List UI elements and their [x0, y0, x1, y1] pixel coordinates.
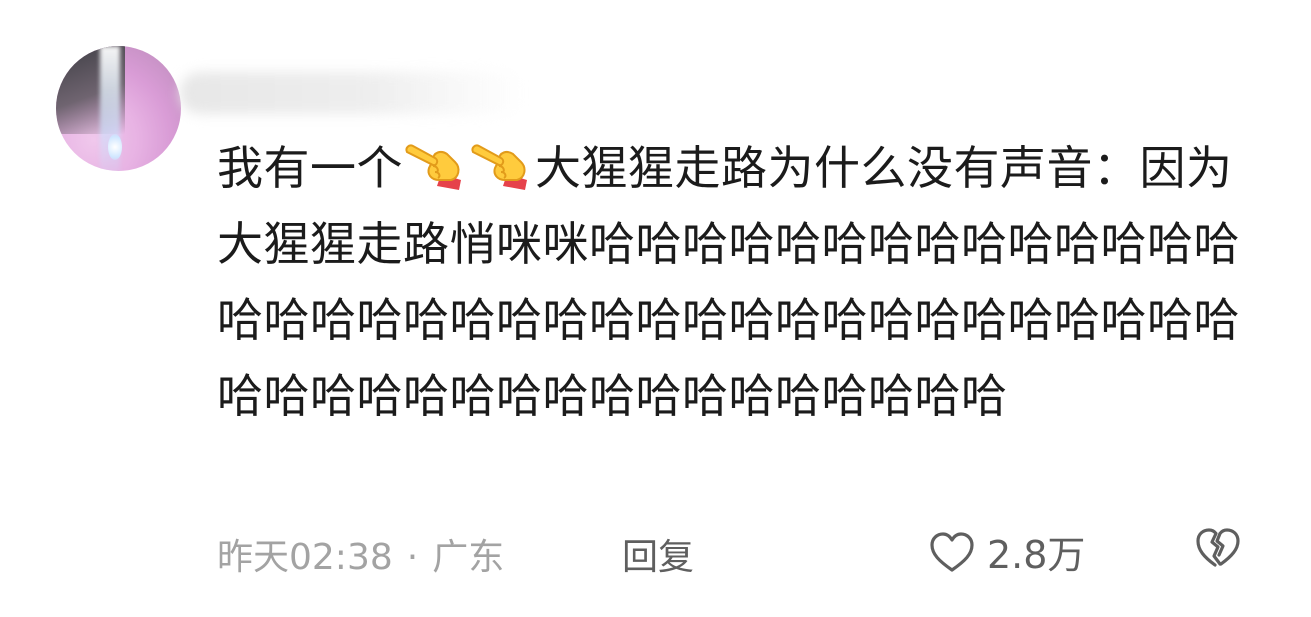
avatar[interactable] [56, 46, 181, 171]
comment-text: 我有一个 大猩猩走路为什么没有声音：因为大猩猩走路悄咪咪哈哈哈哈哈哈哈哈哈哈哈哈… [217, 130, 1267, 434]
broken-heart-icon [1196, 528, 1240, 567]
comment-item: 我有一个 大猩猩走路为什么没有声音：因为大猩猩走路悄咪咪哈哈哈哈哈哈哈哈哈哈哈哈… [0, 0, 1311, 617]
comment-meta: 昨天02:38 · 广东 [217, 528, 504, 580]
avatar-highlight [108, 134, 122, 160]
username-blurred[interactable] [180, 72, 525, 114]
like-count: 2.8万 [987, 533, 1086, 577]
backhand-index-pointing-right-icon [403, 140, 467, 190]
comment-footer: 昨天02:38 · 广东 回复 2.8万 [217, 524, 1277, 580]
like-button[interactable]: 2.8万 [929, 524, 1085, 579]
backhand-index-pointing-right-icon [469, 140, 533, 190]
heart-outline-icon [930, 531, 974, 572]
timestamp: 昨天02:38 [217, 537, 393, 578]
meta-separator: · [406, 537, 419, 578]
reply-button[interactable]: 回复 [622, 528, 694, 580]
location: 广东 [432, 537, 505, 578]
comment-text-before: 我有一个 [217, 141, 403, 195]
dislike-button[interactable] [1195, 526, 1241, 568]
